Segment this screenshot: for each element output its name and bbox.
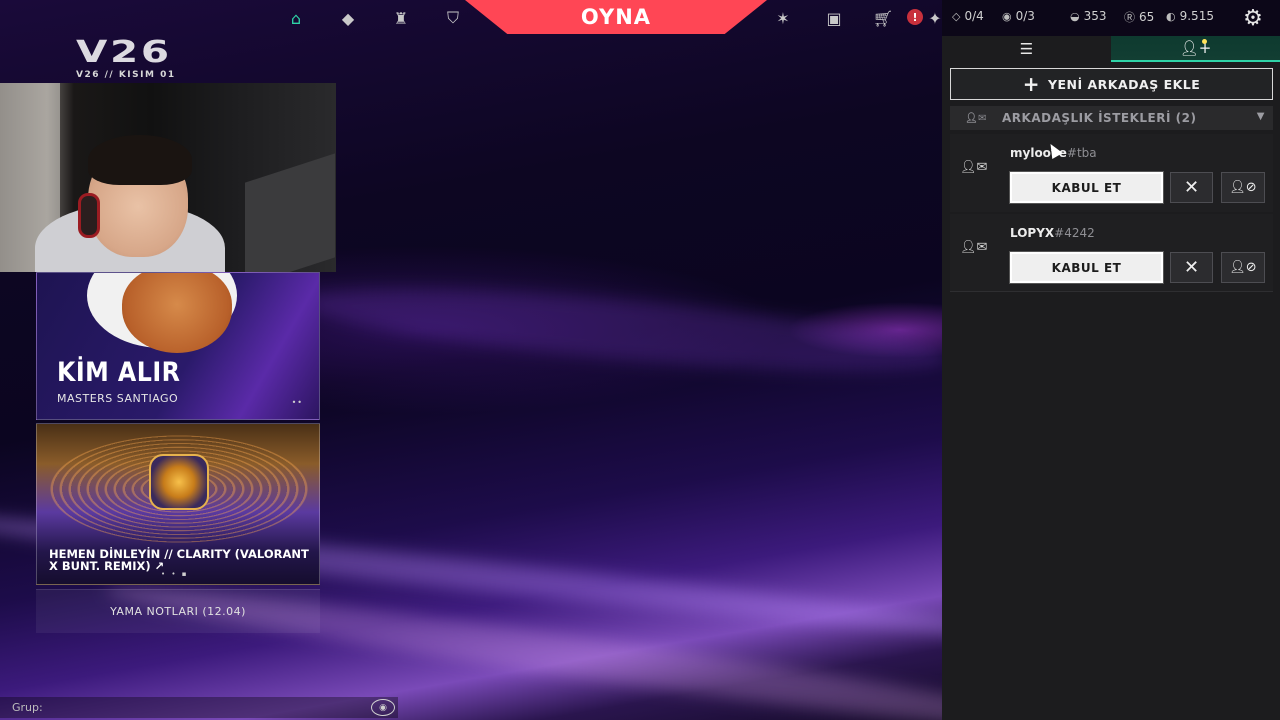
friend-request-icon: 👤︎✉ bbox=[964, 112, 988, 124]
season-subtitle: V26 // KISIM 01 bbox=[76, 70, 176, 80]
daily-progress[interactable]: ◇ 0/4 bbox=[952, 9, 984, 23]
block-user-icon[interactable]: 👤︎⊘ bbox=[1221, 172, 1265, 203]
friend-request-item: 👤︎✉ myloove#tba KABUL ET ✕ 👤︎⊘ bbox=[950, 134, 1273, 212]
contracts-icon[interactable]: ✦ bbox=[924, 7, 946, 29]
friend-requests-header[interactable]: 👤︎✉ ARKADAŞLIK İSTEKLERİ (2) ▼ bbox=[950, 106, 1273, 130]
close-icon[interactable]: ✕ bbox=[1170, 172, 1213, 203]
social-panel: ☰ 👤︎+ + YENİ ARKADAŞ EKLE 👤︎✉ ARKADAŞLIK… bbox=[942, 36, 1280, 720]
season-logo-text: V26 bbox=[76, 35, 172, 70]
weekly-mission-icon: ◉ bbox=[1002, 9, 1012, 23]
carousel-pager[interactable]: •• bbox=[292, 398, 303, 407]
friend-request-icon: 👤︎✉ bbox=[960, 160, 988, 175]
close-icon[interactable]: ✕ bbox=[1170, 252, 1213, 283]
agents-icon[interactable]: ◆ bbox=[337, 7, 359, 29]
player-tag: #4242 bbox=[1054, 226, 1095, 240]
eye-icon[interactable]: ◉ bbox=[371, 699, 395, 716]
list-icon: ☰ bbox=[1019, 40, 1034, 58]
add-friend-button[interactable]: + YENİ ARKADAŞ EKLE bbox=[950, 68, 1273, 100]
webcam-chair bbox=[245, 153, 335, 272]
promo-card-clarity[interactable]: HEMEN DİNLEYİN // CLARITY (VALORANT X BU… bbox=[36, 423, 320, 585]
friend-request-icon: 👤︎✉ bbox=[960, 240, 988, 255]
promo-card-masters[interactable]: KİM ALIR MASTERS SANTIAGO •• bbox=[36, 272, 320, 420]
plus-icon: + bbox=[1022, 72, 1040, 96]
career-icon[interactable]: ♜ bbox=[390, 7, 412, 29]
accept-button[interactable]: KABUL ET bbox=[1009, 251, 1164, 284]
valorant-points[interactable]: ◐ 9.515 bbox=[1166, 9, 1214, 23]
tab-friends-list[interactable]: ☰ bbox=[942, 36, 1111, 62]
weekly-progress[interactable]: ◉ 0/3 bbox=[1002, 9, 1035, 23]
group-bar: Grup: bbox=[0, 697, 398, 718]
valorant-points-icon: ◐ bbox=[1166, 9, 1176, 23]
light-streak bbox=[298, 271, 942, 389]
group-label: Grup: bbox=[12, 701, 43, 714]
promo-card-title: KİM ALIR bbox=[57, 357, 181, 388]
social-panel-tabs: ☰ 👤︎+ bbox=[942, 36, 1280, 62]
kingdom-credits-icon: Ⓡ bbox=[1124, 11, 1135, 24]
kingdom-credits[interactable]: Ⓡ 65 bbox=[1124, 9, 1154, 25]
collection-icon[interactable]: ✶ bbox=[772, 7, 794, 29]
promo-card-title: HEMEN DİNLEYİN // CLARITY (VALORANT X BU… bbox=[49, 548, 309, 572]
webcam-overlay bbox=[0, 83, 336, 272]
chevron-down-icon[interactable]: ▼ bbox=[1257, 111, 1265, 122]
headphones-icon bbox=[78, 193, 100, 238]
block-user-icon[interactable]: 👤︎⊘ bbox=[1221, 252, 1265, 283]
store-icon[interactable]: 🛒︎ bbox=[872, 7, 894, 29]
season-logo: V26 V26 // KISIM 01 bbox=[76, 38, 176, 81]
player-name: LOPYX bbox=[1010, 226, 1055, 240]
notification-dot bbox=[1202, 39, 1207, 44]
promo-card-subtitle: MASTERS SANTIAGO bbox=[57, 392, 179, 405]
daily-mission-icon: ◇ bbox=[952, 9, 961, 23]
patch-notes-button[interactable]: YAMA NOTLARI (12.04) bbox=[36, 589, 320, 633]
gear-icon[interactable]: ⚙ bbox=[1240, 5, 1266, 31]
promo-pizza-image bbox=[122, 273, 232, 353]
radianite-points[interactable]: ◒ 353 bbox=[1070, 9, 1107, 23]
home-icon[interactable]: ⌂ bbox=[285, 7, 307, 29]
webcam-streamer-hair bbox=[88, 135, 192, 185]
carousel-pager[interactable]: • • ▪ bbox=[161, 570, 188, 578]
tab-add-friend[interactable]: 👤︎+ bbox=[1111, 36, 1280, 62]
radianite-icon: ◒ bbox=[1070, 9, 1080, 23]
promo-emblem-image bbox=[149, 454, 209, 510]
friend-request-name: LOPYX#4242 bbox=[1010, 226, 1095, 240]
play-button[interactable]: OYNA bbox=[465, 0, 767, 34]
top-nav-bar: ⌂ ◆ ♜ ⛉ OYNA ✶ ▣ 🛒︎ ! ✦ ◇ 0/4 ◉ 0/3 ◒ 35… bbox=[0, 0, 1280, 36]
locker-icon[interactable]: ▣ bbox=[823, 7, 845, 29]
alert-badge[interactable]: ! bbox=[907, 9, 923, 25]
friend-requests-title: ARKADAŞLIK İSTEKLERİ (2) bbox=[1002, 111, 1197, 125]
battlepass-icon[interactable]: ⛉ bbox=[442, 7, 464, 29]
player-tag: #tba bbox=[1066, 146, 1097, 160]
add-friend-label: YENİ ARKADAŞ EKLE bbox=[1047, 76, 1201, 92]
accept-button[interactable]: KABUL ET bbox=[1009, 171, 1164, 204]
friend-request-item: 👤︎✉ LOPYX#4242 KABUL ET ✕ 👤︎⊘ bbox=[950, 214, 1273, 292]
